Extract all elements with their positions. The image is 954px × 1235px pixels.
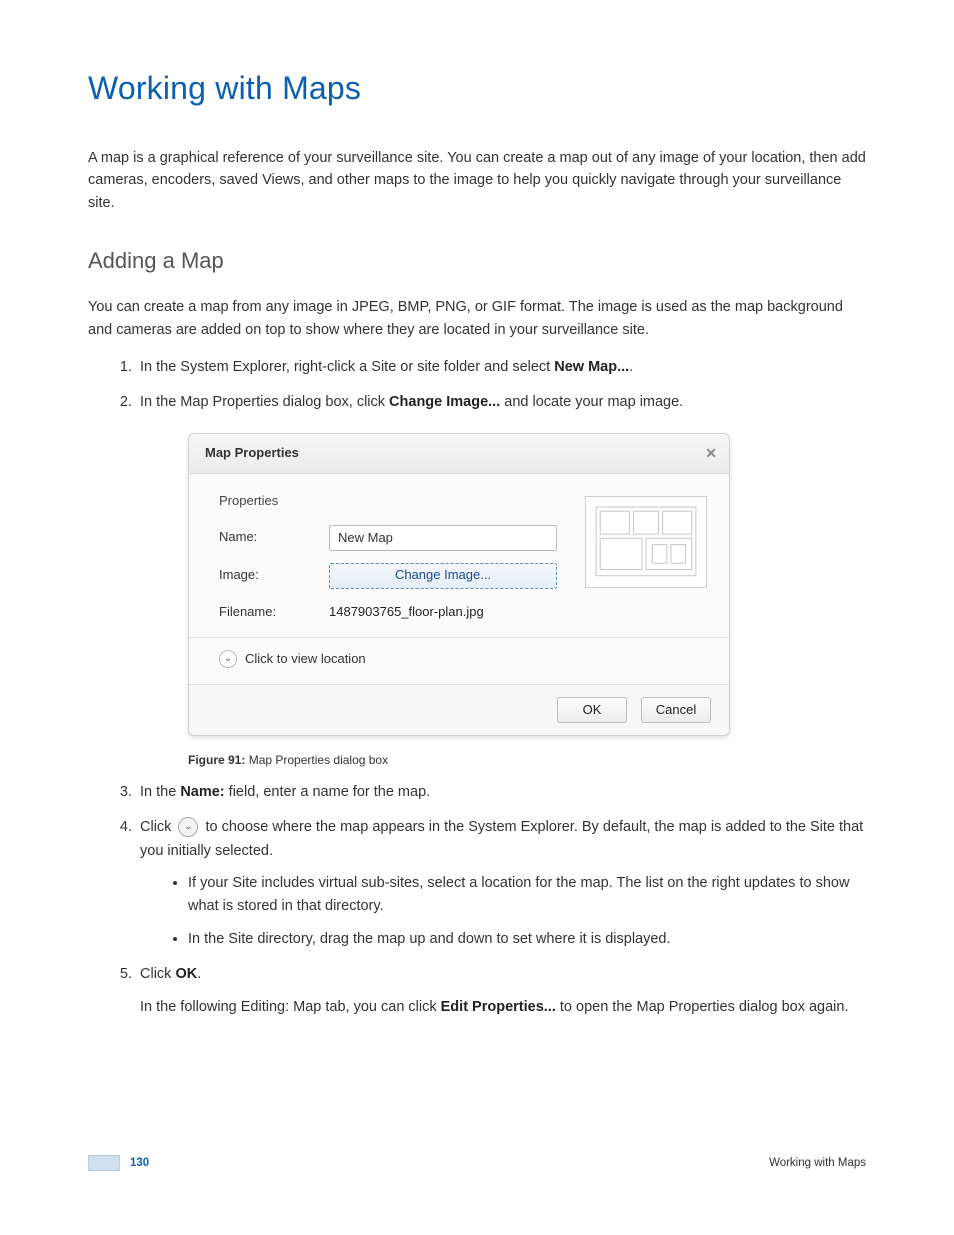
text: to choose where the map appears in the S…: [140, 819, 863, 860]
text: Click: [140, 966, 175, 982]
page-marker-icon: [88, 1155, 120, 1171]
page-footer: 130 Working with Maps: [88, 1155, 866, 1171]
name-field[interactable]: [329, 525, 557, 551]
cancel-button[interactable]: Cancel: [641, 697, 711, 723]
change-image-button[interactable]: Change Image...: [329, 563, 557, 589]
text: to open the Map Properties dialog box ag…: [556, 999, 849, 1015]
figure-number: Figure 91:: [188, 753, 245, 767]
button-name: Change Image...: [389, 394, 500, 410]
footer-left: 130: [88, 1155, 149, 1171]
ok-button[interactable]: OK: [557, 697, 627, 723]
dialog-body: Properties Name: Image: Change Image... …: [189, 474, 729, 683]
map-properties-dialog: Map Properties ✕ Properties Name: Image:…: [188, 433, 730, 736]
dialog-titlebar: Map Properties ✕: [189, 434, 729, 475]
step-4-sublist: If your Site includes virtual sub-sites,…: [140, 872, 866, 952]
image-label: Image:: [219, 564, 329, 586]
chevron-down-icon[interactable]: ⌄: [219, 650, 237, 668]
figure-text: Map Properties dialog box: [245, 753, 388, 767]
dialog-footer: OK Cancel: [189, 684, 729, 735]
filename-value: 1487903765_floor-plan.jpg: [329, 601, 484, 623]
step-5-followup: In the following Editing: Map tab, you c…: [140, 996, 866, 1018]
close-icon[interactable]: ✕: [705, 442, 717, 466]
text: Click: [140, 819, 175, 835]
list-item: If your Site includes virtual sub-sites,…: [188, 872, 866, 918]
separator: [189, 637, 729, 638]
chevron-down-icon: ⌄: [178, 817, 198, 837]
text: In the Map Properties dialog box, click: [140, 394, 389, 410]
floorplan-icon: [594, 505, 698, 578]
figure-caption: Figure 91: Map Properties dialog box: [188, 750, 866, 770]
steps-list: In the System Explorer, right-click a Si…: [88, 355, 866, 1018]
page-title: Working with Maps: [88, 70, 866, 107]
text: In the: [140, 784, 180, 800]
dialog-title: Map Properties: [205, 442, 299, 464]
step-4: Click ⌄ to choose where the map appears …: [136, 815, 866, 952]
page-number: 130: [130, 1157, 149, 1169]
text: .: [629, 359, 633, 375]
step-3: In the Name: field, enter a name for the…: [136, 780, 866, 805]
list-item: In the Site directory, drag the map up a…: [188, 928, 866, 951]
text: In the System Explorer, right-click a Si…: [140, 359, 554, 375]
footer-section: Working with Maps: [769, 1157, 866, 1169]
section-heading: Adding a Map: [88, 248, 866, 274]
text: .: [197, 966, 201, 982]
expand-label: Click to view location: [245, 648, 366, 670]
expand-location-row[interactable]: ⌄ Click to view location: [219, 648, 709, 674]
step-2: In the Map Properties dialog box, click …: [136, 390, 866, 770]
button-name: OK: [175, 966, 197, 982]
name-label: Name:: [219, 526, 329, 548]
step-5: Click OK. In the following Editing: Map …: [136, 962, 866, 1019]
text: In the following Editing: Map tab, you c…: [140, 999, 441, 1015]
field-name: Name:: [180, 784, 224, 800]
text: field, enter a name for the map.: [225, 784, 431, 800]
map-preview: [585, 496, 707, 588]
filename-label: Filename:: [219, 601, 329, 623]
step-1: In the System Explorer, right-click a Si…: [136, 355, 866, 380]
filename-row: Filename: 1487903765_floor-plan.jpg: [219, 601, 709, 623]
menu-name: New Map...: [554, 359, 629, 375]
section-paragraph: You can create a map from any image in J…: [88, 296, 866, 341]
text: and locate your map image.: [500, 394, 683, 410]
intro-paragraph: A map is a graphical reference of your s…: [88, 147, 866, 214]
button-name: Edit Properties...: [441, 999, 556, 1015]
